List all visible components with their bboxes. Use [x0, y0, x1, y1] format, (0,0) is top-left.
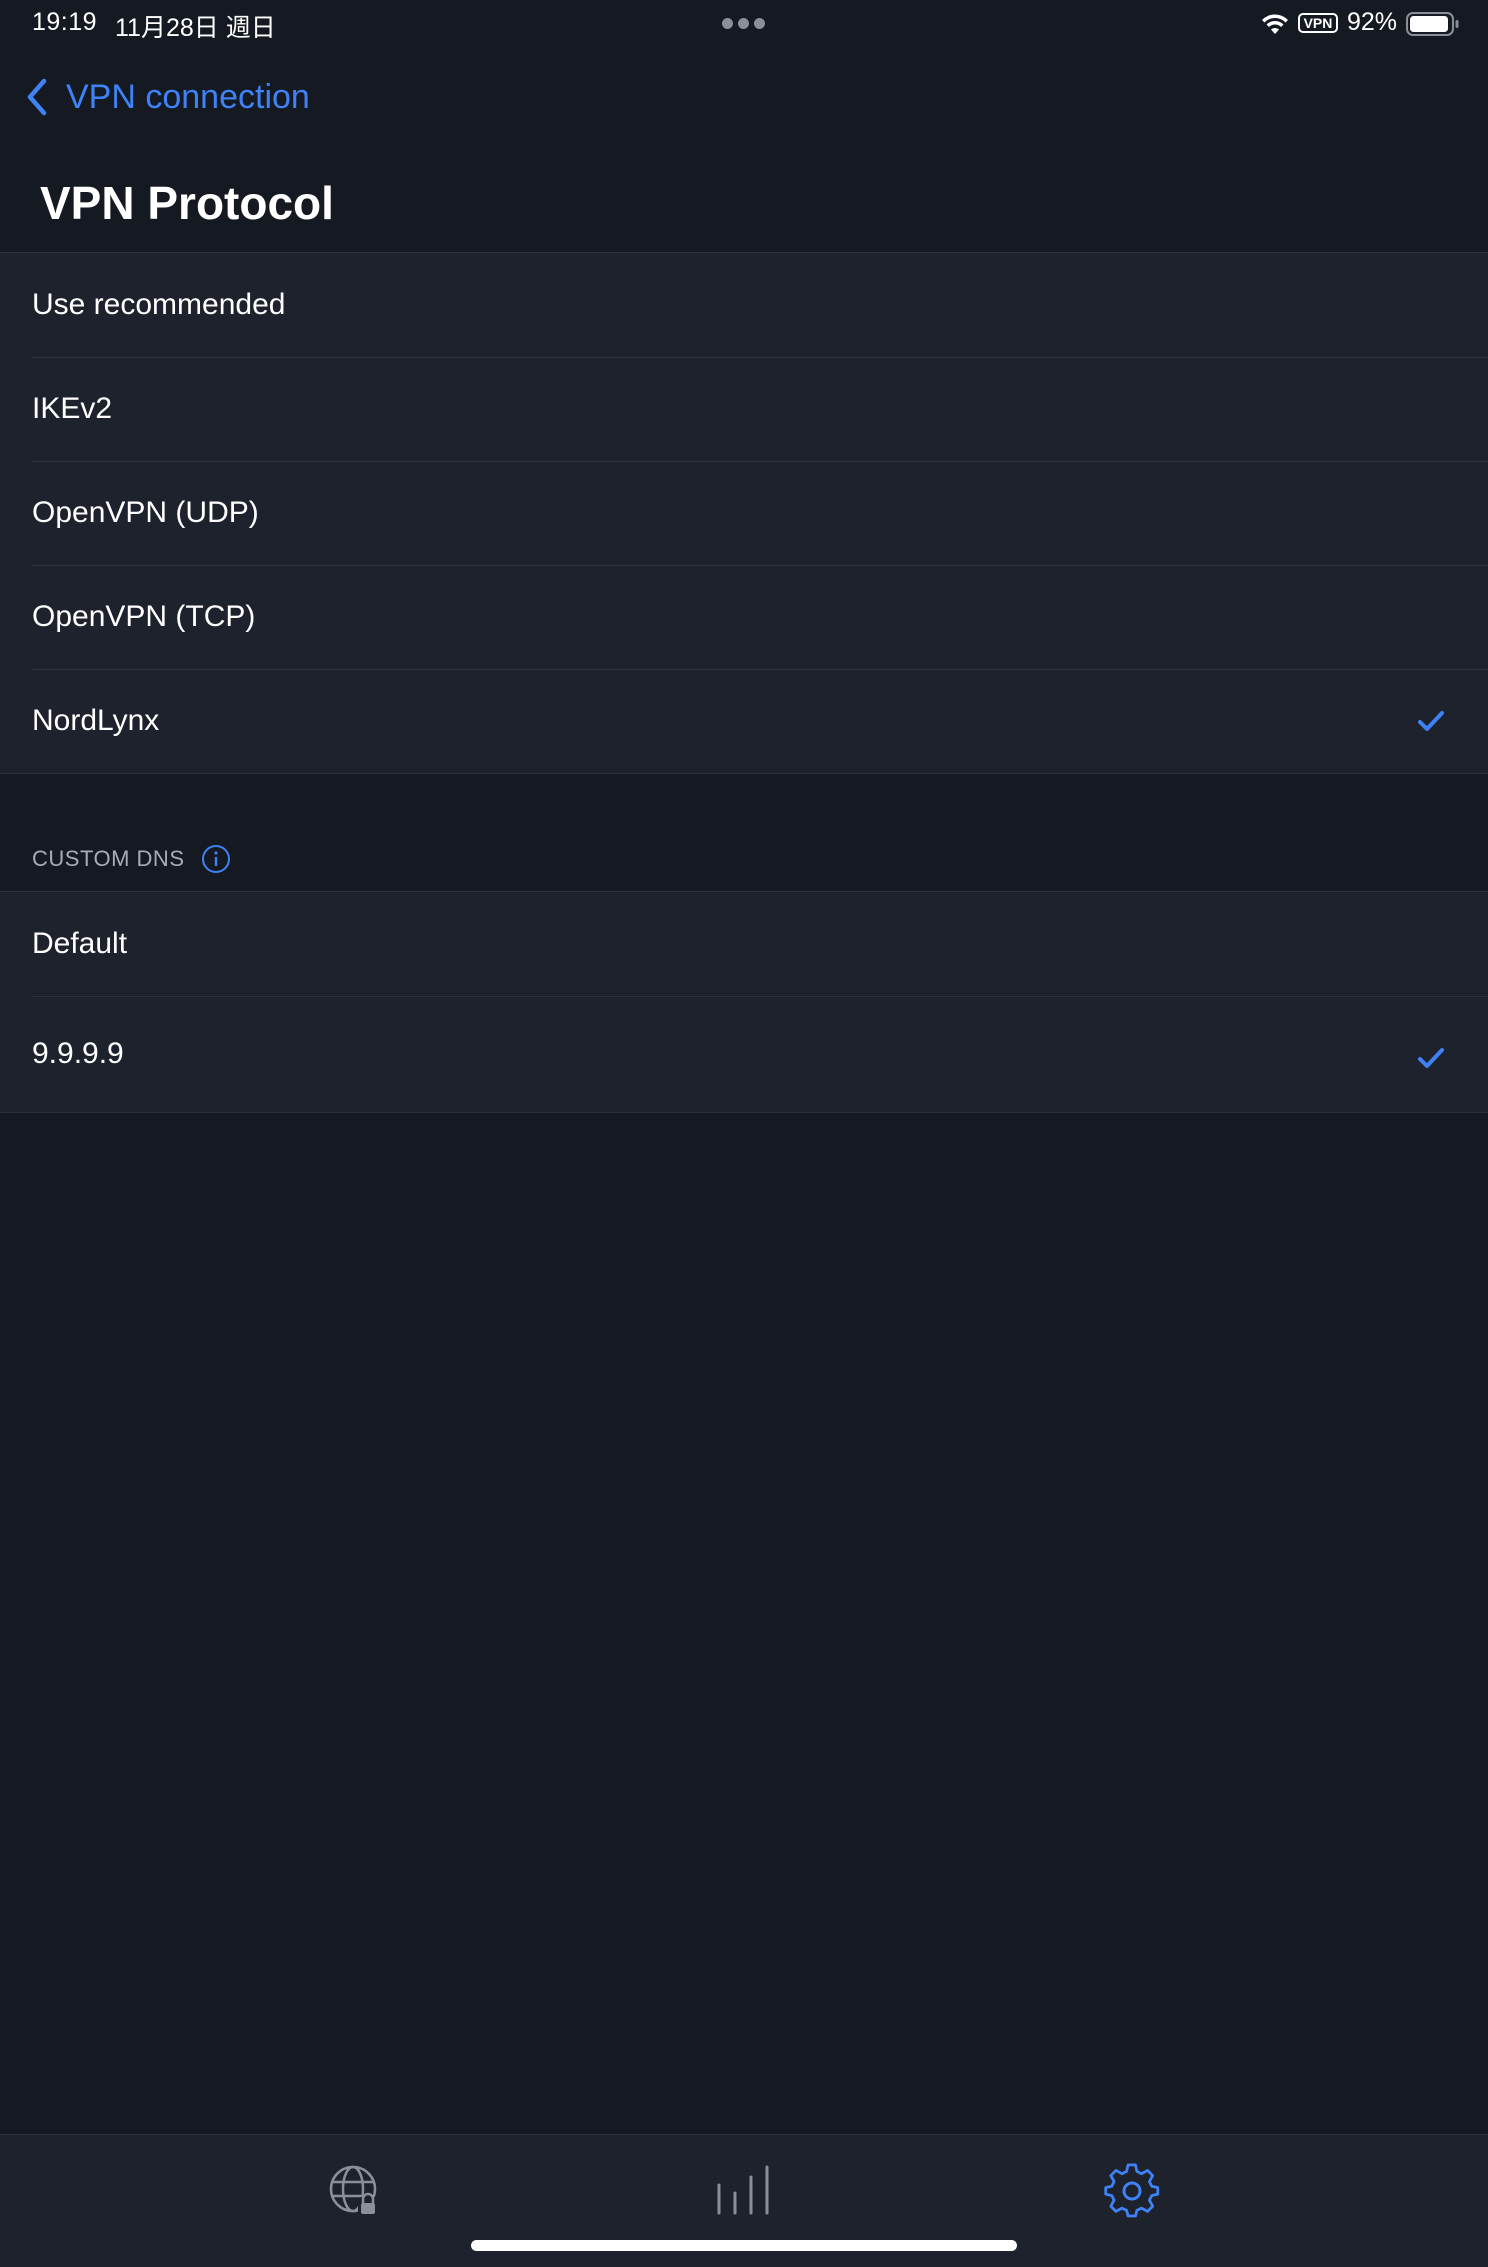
status-time: 19:19 [32, 8, 98, 36]
home-indicator[interactable] [471, 2240, 1017, 2251]
page-title: VPN Protocol [40, 177, 334, 229]
protocol-option-label: IKEv2 [32, 392, 113, 425]
dns-option-label: Default [32, 927, 128, 960]
battery-percentage: 92% [1347, 8, 1398, 36]
chevron-left-icon [27, 78, 47, 116]
dns-option-default[interactable]: Default [0, 892, 1488, 996]
protocol-option-label: OpenVPN (TCP) [32, 600, 256, 633]
custom-dns-header: CUSTOM DNS [32, 844, 231, 874]
protocol-option-openvpn-udp[interactable]: OpenVPN (UDP) [0, 461, 1488, 565]
gear-icon[interactable] [1102, 2163, 1162, 2219]
protocol-option-openvpn-tcp[interactable]: OpenVPN (TCP) [0, 565, 1488, 669]
protocol-option-ikev2[interactable]: IKEv2 [0, 357, 1488, 461]
dns-option-label: 9.9.9.9 [32, 1037, 124, 1070]
protocol-list: Use recommended IKEv2 OpenVPN (UDP) Open… [0, 252, 1488, 774]
status-date: 11月28日 週日 [115, 14, 276, 42]
protocol-option-label: Use recommended [32, 288, 286, 321]
protocol-option-use-recommended[interactable]: Use recommended [0, 253, 1488, 357]
checkmark-icon [1418, 1048, 1444, 1068]
multitasking-dots-icon[interactable] [722, 18, 766, 30]
info-icon[interactable] [201, 844, 231, 874]
protocol-option-nordlynx[interactable]: NordLynx [0, 669, 1488, 773]
checkmark-icon [1418, 711, 1444, 731]
stats-bars-icon[interactable] [713, 2163, 773, 2219]
battery-icon [1406, 12, 1459, 36]
wifi-icon [1262, 14, 1288, 34]
protocol-option-label: OpenVPN (UDP) [32, 496, 259, 529]
protocol-option-label: NordLynx [32, 704, 160, 737]
section-label: CUSTOM DNS [32, 846, 185, 871]
vpn-status-badge: VPN [1298, 13, 1338, 33]
status-bar: 19:19 11月28日 週日 VPN 92% [0, 0, 1488, 50]
dns-option-custom[interactable]: 9.9.9.9 [0, 996, 1488, 1112]
back-button-label: VPN connection [66, 77, 310, 116]
back-button[interactable]: VPN connection [22, 72, 310, 122]
globe-lock-icon[interactable] [326, 2163, 386, 2219]
custom-dns-list: Default 9.9.9.9 [0, 891, 1488, 1113]
